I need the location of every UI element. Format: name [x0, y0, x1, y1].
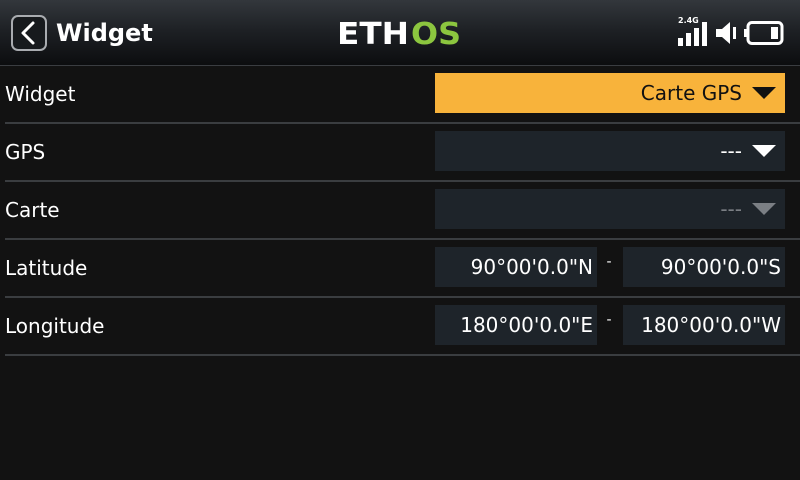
- row-divider: [5, 296, 800, 298]
- caret-down-icon: [752, 87, 776, 99]
- row-map: Carte ---: [0, 189, 800, 247]
- widget-select[interactable]: Carte GPS: [435, 73, 785, 113]
- latitude-min-value: 90°00'0.0"N: [470, 255, 593, 279]
- gps-label: GPS: [5, 140, 46, 164]
- header-bar: Widget ETH OS 2.4G: [0, 0, 800, 66]
- screen: Widget ETH OS 2.4G Widget Carte GPS GPS …: [0, 0, 800, 480]
- widget-label: Widget: [5, 82, 76, 106]
- volume-icon: [716, 22, 736, 44]
- row-divider: [5, 180, 800, 182]
- row-longitude: Longitude 180°00'0.0"E - 180°00'0.0"W: [0, 305, 800, 363]
- latitude-max-field[interactable]: 90°00'0.0"S: [623, 247, 785, 287]
- widget-select-value: Carte GPS: [640, 81, 742, 105]
- signal-bars-icon: [678, 22, 707, 46]
- gps-select[interactable]: ---: [435, 131, 785, 171]
- row-divider: [5, 238, 800, 240]
- map-select-value: ---: [720, 197, 742, 221]
- latitude-label: Latitude: [5, 256, 88, 280]
- back-button[interactable]: [11, 15, 47, 51]
- gps-select-value: ---: [720, 139, 742, 163]
- map-label: Carte: [5, 198, 60, 222]
- page-title: Widget: [56, 19, 153, 47]
- caret-down-icon: [752, 203, 776, 215]
- brand-text-accent: OS: [411, 18, 461, 48]
- latitude-range-separator: -: [606, 254, 612, 270]
- map-select[interactable]: ---: [435, 189, 785, 229]
- row-latitude: Latitude 90°00'0.0"N - 90°00'0.0"S: [0, 247, 800, 305]
- battery-icon: [744, 21, 784, 45]
- longitude-label: Longitude: [5, 314, 105, 338]
- longitude-max-field[interactable]: 180°00'0.0"W: [623, 305, 785, 345]
- latitude-max-value: 90°00'0.0"S: [660, 255, 781, 279]
- brand-text-main: ETH: [337, 18, 409, 48]
- longitude-range-separator: -: [606, 312, 612, 328]
- status-area: 2.4G: [678, 16, 786, 48]
- row-divider: [5, 122, 800, 124]
- longitude-min-value: 180°00'0.0"E: [460, 313, 593, 337]
- longitude-max-value: 180°00'0.0"W: [641, 313, 781, 337]
- chevron-left-icon: [21, 21, 35, 45]
- latitude-min-field[interactable]: 90°00'0.0"N: [435, 247, 597, 287]
- row-widget: Widget Carte GPS: [0, 73, 800, 131]
- row-divider: [5, 354, 800, 356]
- row-gps: GPS ---: [0, 131, 800, 189]
- caret-down-icon: [752, 145, 776, 157]
- ethos-logo: ETH OS: [337, 18, 461, 48]
- longitude-min-field[interactable]: 180°00'0.0"E: [435, 305, 597, 345]
